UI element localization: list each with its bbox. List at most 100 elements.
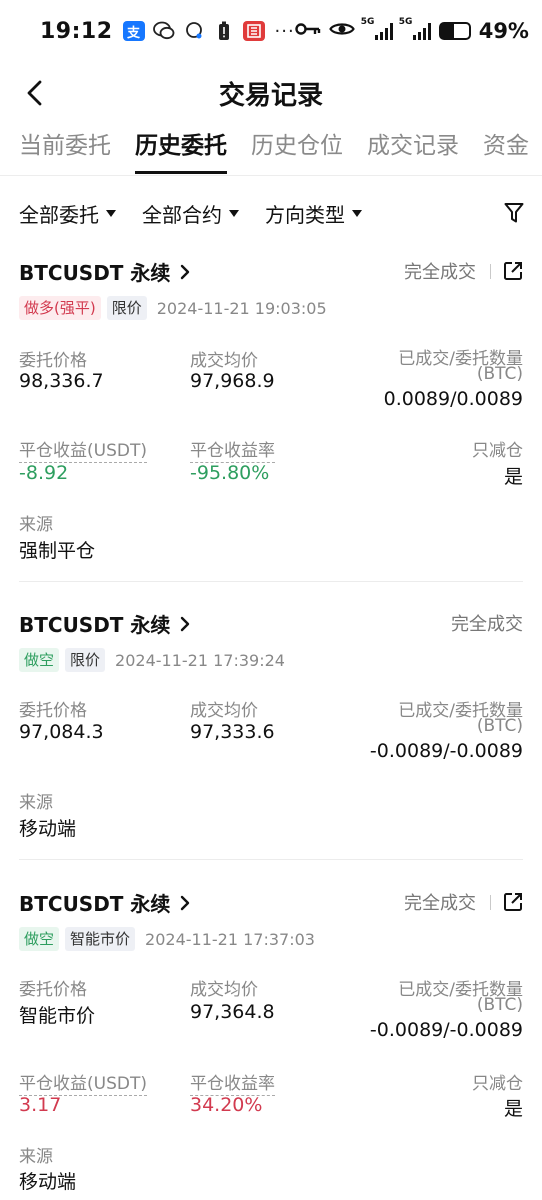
alipay-icon: 支: [122, 21, 145, 41]
type-tag: 限价: [106, 296, 147, 320]
reduce-only-value: 是: [503, 466, 523, 488]
close-pnl-label[interactable]: 平仓收益(USDT): [19, 436, 147, 463]
order-status: 完全成交: [404, 262, 476, 283]
source-value: 移动端: [19, 818, 77, 840]
close-pnl-rate-label[interactable]: 平仓收益率: [190, 1069, 275, 1096]
status-bar: 19:12 支 ··· 5G 5G 49%: [0, 0, 542, 62]
caret-down-icon: [106, 209, 116, 217]
tab-bar: 当前委托 历史委托 历史仓位 成交记录 资金: [0, 124, 542, 176]
caret-down-icon: [229, 209, 239, 217]
filter-bar: 全部委托 全部合约 方向类型: [0, 190, 542, 236]
signal-5g-icon-2: 5G: [399, 17, 431, 40]
filter-direction[interactable]: 方向类型: [265, 199, 362, 228]
qty-unit-label: (BTC): [476, 716, 523, 736]
battery-percent: 49%: [478, 19, 529, 43]
battery-icon: [438, 22, 471, 40]
close-pnl-rate-label[interactable]: 平仓收益率: [190, 436, 275, 463]
share-icon[interactable]: [503, 261, 523, 281]
filter-funnel-button[interactable]: [504, 202, 524, 228]
close-pnl-label[interactable]: 平仓收益(USDT): [19, 1069, 147, 1096]
filter-label: 方向类型: [265, 202, 345, 227]
share-icon[interactable]: [503, 892, 523, 912]
order-price-value: 97,084.3: [19, 721, 104, 743]
type-tag: 智能市价: [65, 927, 136, 951]
side-tag: 做空: [19, 648, 60, 672]
order-price-label: 委托价格: [19, 351, 87, 371]
signal-label: 5G: [360, 17, 375, 27]
order-status: 完全成交: [451, 614, 523, 635]
chevron-left-icon: [27, 80, 42, 106]
source-label: 来源: [19, 1147, 53, 1167]
type-tag: 限价: [65, 648, 106, 672]
caret-down-icon: [352, 209, 362, 217]
tab-order-history[interactable]: 历史委托: [135, 124, 227, 175]
source-value: 强制平仓: [19, 540, 96, 562]
eye-icon: [328, 20, 355, 42]
back-button[interactable]: [18, 76, 52, 110]
order-header[interactable]: BTCUSDT 永续 完全成交: [19, 256, 523, 286]
order-header[interactable]: BTCUSDT 永续 完全成交: [19, 887, 523, 917]
more-notifications-icon: ···: [274, 20, 295, 42]
close-pnl-value: -8.92: [19, 462, 69, 484]
filter-label: 全部委托: [19, 202, 99, 227]
notification-icons: 支 ···: [122, 20, 295, 42]
avg-price-value: 97,968.9: [190, 370, 275, 392]
chat-icon: [183, 21, 205, 41]
order-price-label: 委托价格: [19, 980, 87, 1000]
divider: [19, 581, 523, 582]
order-time: 2024-11-21 17:37:03: [145, 929, 315, 949]
tab-current-orders[interactable]: 当前委托: [19, 124, 111, 175]
order-symbol: BTCUSDT 永续: [19, 260, 171, 285]
close-pnl-rate-value: -95.80%: [190, 462, 270, 484]
chevron-right-icon: [181, 895, 190, 911]
order-price-value: 98,336.7: [19, 370, 104, 392]
chevron-right-icon: [181, 616, 190, 632]
source-label: 来源: [19, 793, 53, 813]
close-pnl-rate-value: 34.20%: [190, 1094, 263, 1116]
signal-label-2: 5G: [398, 17, 413, 27]
qty-unit-label: (BTC): [476, 364, 523, 384]
key-icon: [295, 21, 321, 41]
order-status: 完全成交: [404, 893, 476, 914]
order-time: 2024-11-21 19:03:05: [156, 298, 327, 318]
filled-qty-value: -0.0089/-0.0089: [369, 1019, 523, 1041]
filter-contract[interactable]: 全部合约: [142, 199, 239, 228]
avg-price-label: 成交均价: [190, 701, 258, 721]
avg-price-label: 成交均价: [190, 980, 258, 1000]
app-red-icon: [242, 21, 265, 41]
qty-unit-label: (BTC): [476, 995, 523, 1015]
signal-5g-icon: 5G: [361, 17, 393, 40]
close-pnl-value: 3.17: [19, 1094, 62, 1116]
order-price-label: 委托价格: [19, 701, 87, 721]
avg-price-value: 97,364.8: [190, 1001, 275, 1023]
page-title: 交易记录: [218, 80, 323, 111]
avg-price-label: 成交均价: [190, 351, 258, 371]
nav-bar: 交易记录: [0, 62, 542, 124]
source-value: 移动端: [19, 1171, 77, 1193]
filled-qty-value: 0.0089/0.0089: [383, 388, 523, 410]
order-time: 2024-11-21 17:39:24: [115, 650, 285, 670]
wechat-icon: [152, 21, 175, 41]
order-symbol: BTCUSDT 永续: [19, 891, 171, 916]
order-price-value: 智能市价: [19, 1005, 96, 1027]
divider: [19, 859, 523, 860]
order-symbol: BTCUSDT 永续: [19, 612, 171, 637]
side-tag: 做多(强平): [19, 296, 101, 320]
side-tag: 做空: [19, 927, 60, 951]
funnel-icon: [504, 203, 524, 223]
tab-funds[interactable]: 资金: [483, 124, 529, 175]
tab-position-history[interactable]: 历史仓位: [251, 124, 343, 175]
reduce-only-label: 只减仓: [472, 441, 523, 461]
status-time: 19:12: [40, 18, 113, 44]
filter-order-type[interactable]: 全部委托: [19, 199, 116, 228]
filled-qty-value: -0.0089/-0.0089: [369, 740, 523, 762]
order-header[interactable]: BTCUSDT 永续 完全成交: [19, 608, 523, 638]
source-label: 来源: [19, 515, 53, 535]
battery-alert-icon: [213, 21, 235, 41]
tab-trade-history[interactable]: 成交记录: [367, 124, 459, 175]
filter-label: 全部合约: [142, 202, 222, 227]
reduce-only-value: 是: [503, 1098, 523, 1120]
reduce-only-label: 只减仓: [472, 1074, 523, 1094]
avg-price-value: 97,333.6: [190, 721, 275, 743]
chevron-right-icon: [181, 264, 190, 280]
